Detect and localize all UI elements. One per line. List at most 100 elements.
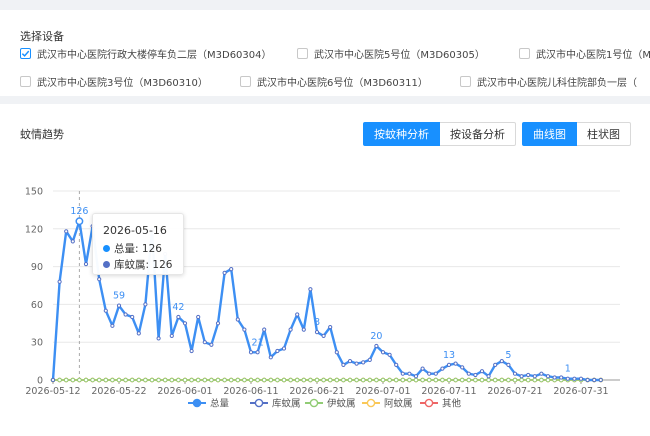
data-point <box>182 321 188 326</box>
y-tick-label: 120 <box>25 224 43 235</box>
data-point <box>400 371 405 376</box>
data-point <box>539 371 544 376</box>
x-tick-label: 2026-07-31 <box>553 386 608 397</box>
legend-item[interactable]: 阿蚊属 <box>362 398 413 410</box>
series-dot-icon <box>103 245 110 252</box>
series-point-zero <box>169 377 175 383</box>
y-tick-label: 60 <box>31 300 43 311</box>
data-point <box>453 361 458 366</box>
data-point <box>334 350 339 355</box>
series-point-zero <box>149 377 155 383</box>
series-point-zero <box>63 377 69 383</box>
data-point <box>262 327 267 332</box>
legend-label: 库蚊属 <box>272 398 301 410</box>
data-label: 42 <box>172 302 184 313</box>
legend-item[interactable]: 其他 <box>420 398 462 410</box>
series-point-zero <box>512 377 518 383</box>
data-point <box>196 314 201 320</box>
series-point-zero <box>103 377 109 383</box>
data-point <box>295 312 300 317</box>
series-point-zero <box>466 377 472 383</box>
data-point <box>387 352 392 357</box>
data-point <box>374 343 379 349</box>
series-point-zero <box>308 377 313 383</box>
data-point <box>110 323 115 328</box>
legend-marker-icon <box>424 398 434 408</box>
data-point <box>130 314 135 320</box>
series-point-zero <box>453 377 458 383</box>
series-point-zero <box>96 377 102 383</box>
data-point <box>314 330 320 335</box>
data-point <box>420 366 425 371</box>
y-tick-label: 150 <box>25 187 43 198</box>
data-point <box>466 371 471 376</box>
y-tick-label: 30 <box>31 338 43 349</box>
legend-marker-icon <box>366 398 376 408</box>
data-point <box>248 350 254 355</box>
series-point-zero <box>446 377 452 383</box>
data-point <box>380 350 386 355</box>
series-point-zero <box>156 377 161 383</box>
data-point <box>209 342 214 347</box>
data-point <box>123 312 128 317</box>
legend-marker-icon <box>192 398 202 408</box>
series-point-zero <box>268 377 274 383</box>
series-point-zero <box>321 377 326 383</box>
series-point-zero <box>519 377 524 383</box>
series-point-zero <box>314 377 320 383</box>
data-point <box>354 361 359 366</box>
legend-item[interactable]: 总量 <box>188 398 230 410</box>
data-point <box>341 362 346 367</box>
x-tick-label: 2026-06-21 <box>289 386 344 397</box>
series-point-zero <box>473 377 478 383</box>
series-point-zero <box>506 377 511 383</box>
data-point <box>255 350 260 355</box>
series-point-zero <box>202 377 208 383</box>
legend-item[interactable]: 库蚊属 <box>250 398 301 410</box>
series-point-zero <box>255 377 260 383</box>
series-point-zero <box>77 377 82 383</box>
series-point-zero <box>182 377 188 383</box>
data-point <box>552 375 557 380</box>
series-point-zero <box>499 377 505 383</box>
series-point-zero <box>162 377 168 383</box>
data-point <box>156 336 161 341</box>
data-point <box>361 360 366 365</box>
x-tick-label: 2026-06-01 <box>157 386 212 397</box>
data-point <box>592 377 597 383</box>
tooltip-series-value: 126 <box>141 242 162 255</box>
data-point <box>512 371 518 376</box>
data-point <box>559 375 564 380</box>
series-point-zero <box>143 377 148 383</box>
data-label: 21 <box>252 337 264 348</box>
data-label: 5 <box>505 350 511 361</box>
series-point-zero <box>235 377 241 383</box>
legend-item[interactable]: 伊蚊属 <box>305 398 356 410</box>
data-point <box>281 346 287 351</box>
data-label: 59 <box>113 291 125 302</box>
data-point <box>446 362 452 367</box>
legend-marker-icon <box>254 398 264 408</box>
series-point-zero <box>189 377 194 383</box>
data-point <box>116 303 122 308</box>
x-tick-label: 2026-07-21 <box>487 386 542 397</box>
series-point-zero <box>215 377 221 383</box>
series-point-zero <box>393 377 399 383</box>
series-point-zero <box>83 377 89 383</box>
series-point-zero <box>459 377 465 383</box>
data-point <box>70 239 75 244</box>
series-point-zero <box>123 377 128 383</box>
data-point <box>242 327 247 332</box>
series-point-zero <box>367 377 373 383</box>
data-label: 13 <box>443 350 455 361</box>
data-point <box>526 372 531 378</box>
series-point-zero <box>261 377 267 383</box>
data-label: 1 <box>565 364 571 375</box>
tooltip-date: 2026-05-16 <box>103 224 167 237</box>
series-point-zero <box>248 377 254 383</box>
series-point-zero <box>301 377 307 383</box>
legend-label: 总量 <box>210 398 230 410</box>
data-point <box>486 374 491 379</box>
data-point <box>473 372 478 378</box>
data-point <box>215 321 221 326</box>
